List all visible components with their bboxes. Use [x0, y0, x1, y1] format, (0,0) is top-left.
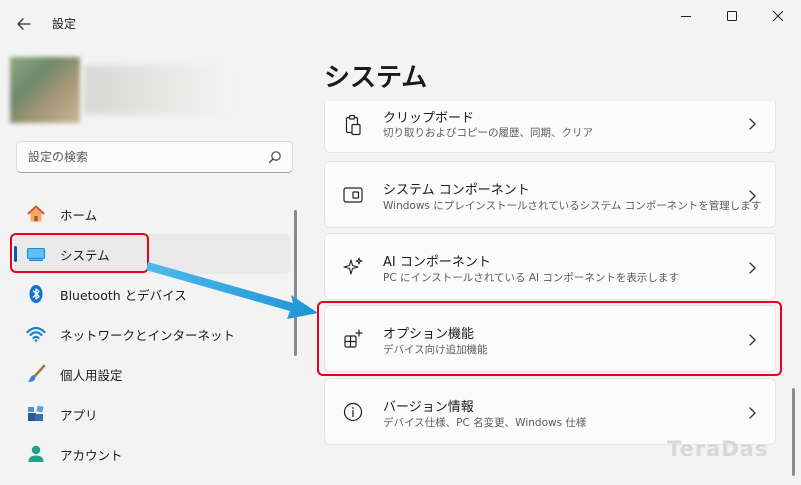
card-subtitle: デバイス仕様、PC 名変更、Windows 仕様 [383, 417, 587, 429]
optional-features-icon [344, 329, 363, 348]
chevron-right-icon [749, 407, 756, 419]
system-component-icon [343, 187, 363, 203]
sidebar-item-label: ホーム [60, 207, 98, 223]
sidebar-item-label: アプリ [60, 407, 98, 423]
card-clipboard[interactable]: クリップボード 切り取りおよびコピーの履歴、同期、クリア [324, 101, 776, 153]
sparkle-icon [343, 257, 363, 275]
card-title: クリップボード [383, 111, 475, 126]
card-subtitle: PC にインストールされている AI コンポーネントを表示します [383, 272, 679, 284]
selection-indicator [14, 246, 17, 262]
sidebar-item-label: ネットワークとインターネット [60, 327, 236, 343]
sidebar-item-label: アカウント [60, 447, 123, 463]
wifi-icon [26, 324, 46, 344]
minimize-button[interactable] [663, 0, 709, 32]
sidebar-item-apps[interactable]: アプリ [14, 394, 290, 434]
sidebar-item-bluetooth[interactable]: Bluetooth とデバイス [14, 274, 290, 314]
card-optional-features[interactable]: オプション機能 デバイス向け追加機能 [324, 305, 776, 372]
info-icon [343, 402, 363, 422]
sidebar-scrollbar[interactable] [294, 210, 297, 356]
chevron-right-icon [749, 118, 756, 130]
account-icon [26, 444, 46, 464]
sidebar-item-accounts[interactable]: アカウント [14, 434, 290, 474]
title-bar: 設定 [0, 0, 801, 46]
sidebar-item-home[interactable]: ホーム [14, 194, 290, 234]
card-ai-components[interactable]: AI コンポーネント PC にインストールされている AI コンポーネントを表示… [324, 233, 776, 300]
card-title: オプション機能 [383, 327, 475, 342]
card-title: バージョン情報 [383, 400, 474, 415]
bluetooth-icon [26, 284, 46, 304]
sidebar-item-network[interactable]: ネットワークとインターネット [14, 314, 290, 354]
app-title: 設定 [52, 17, 77, 31]
user-name-blurred [84, 65, 230, 115]
arrow-left-icon [17, 18, 31, 30]
card-subtitle: デバイス向け追加機能 [383, 344, 488, 356]
sidebar-item-label: システム [60, 247, 110, 263]
page-title: システム [324, 63, 428, 93]
paintbrush-icon [26, 364, 46, 384]
card-system-components[interactable]: システム コンポーネント Windows にプレインストールされているシステム … [324, 161, 776, 228]
user-profile[interactable] [10, 57, 230, 123]
watermark: TeraDas [667, 437, 769, 461]
search-icon[interactable] [268, 150, 282, 164]
minimize-icon [681, 16, 691, 17]
sidebar-item-label: Bluetooth とデバイス [60, 287, 187, 303]
sidebar-item-label: 個人用設定 [60, 367, 123, 383]
chevron-right-icon [749, 334, 756, 346]
sidebar-nav: ホーム システム Bluetooth とデバイス ネットワークとインターネット … [14, 194, 290, 474]
card-subtitle: 切り取りおよびコピーの履歴、同期、クリア [383, 127, 593, 139]
search-box[interactable] [16, 141, 293, 173]
apps-icon [26, 404, 46, 424]
main-scrollbar[interactable] [792, 388, 795, 476]
chevron-right-icon [749, 262, 756, 274]
back-button[interactable] [12, 12, 36, 36]
card-title: システム コンポーネント [383, 183, 530, 198]
monitor-icon [26, 244, 46, 264]
clipboard-icon [345, 114, 361, 136]
close-icon [773, 11, 783, 21]
maximize-button[interactable] [709, 0, 755, 32]
card-subtitle: Windows にプレインストールされているシステム コンポーネントを管理します [383, 200, 762, 212]
avatar [10, 57, 80, 123]
home-icon [26, 204, 46, 224]
sidebar-item-personalization[interactable]: 個人用設定 [14, 354, 290, 394]
card-about[interactable]: バージョン情報 デバイス仕様、PC 名変更、Windows 仕様 [324, 378, 776, 445]
maximize-icon [727, 11, 737, 21]
card-title: AI コンポーネント [383, 255, 491, 270]
search-input[interactable] [28, 150, 248, 164]
sidebar-item-system[interactable]: システム [14, 234, 290, 274]
close-button[interactable] [755, 0, 801, 32]
chevron-right-icon [749, 190, 756, 202]
